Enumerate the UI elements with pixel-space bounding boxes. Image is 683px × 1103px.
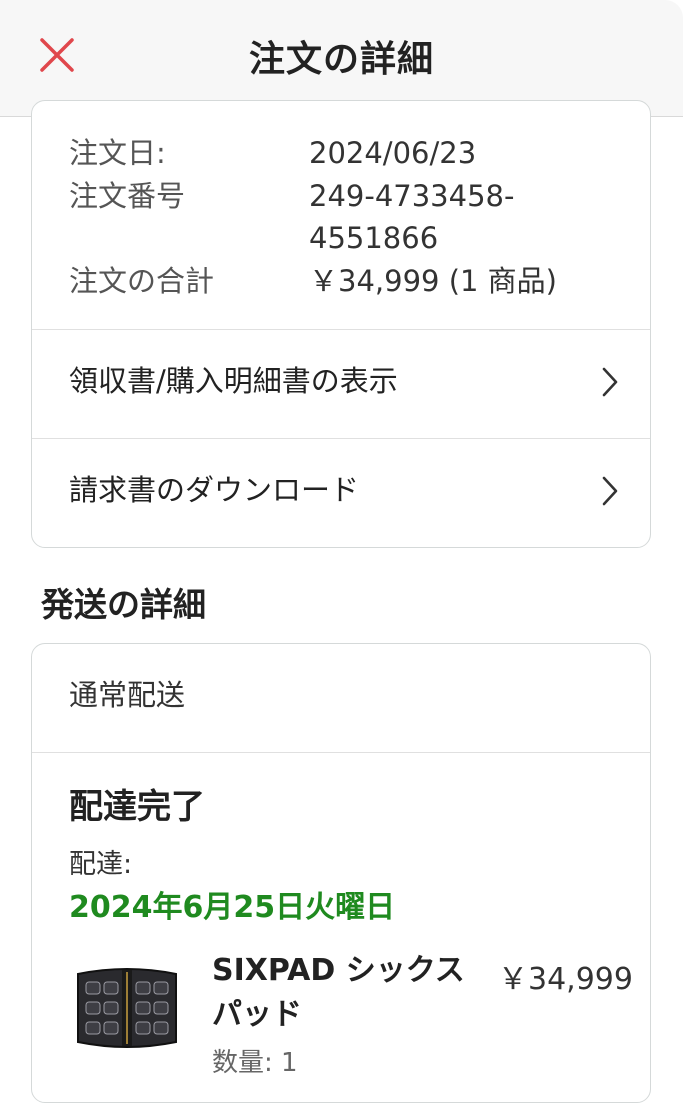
product-quantity: 数量: 1 [212, 1048, 298, 1078]
page-title: 注文の詳細 [248, 39, 434, 80]
delivery-status: 配達完了 [69, 787, 205, 827]
chevron-right-icon [602, 367, 618, 397]
shipping-method: 通常配送 [69, 678, 186, 712]
order-summary-card: 注文日: 2024/06/23 注文番号 249-4733458- 455186… [31, 100, 651, 548]
product-name-link[interactable]: SIXPAD シックスパッド [212, 949, 482, 1037]
order-number-value-line1: 249-4733458- [309, 179, 515, 213]
divider [32, 752, 650, 753]
order-total-label: 注文の合計 [69, 264, 215, 298]
shipping-card: 通常配送 配達完了 配達: 2024年6月25日火曜日 SIXPAD シックスパ… [31, 643, 651, 1103]
delivery-label: 配達: [69, 849, 133, 880]
receipt-link-label: 領収書/購入明細書の表示 [69, 364, 398, 398]
receipt-link-row[interactable]: 領収書/購入明細書の表示 [32, 330, 650, 438]
chevron-right-icon [602, 476, 618, 506]
invoice-download-label: 請求書のダウンロード [69, 473, 360, 507]
shipping-section-title: 発送の詳細 [41, 585, 206, 624]
order-number-value-line2: 4551866 [309, 221, 439, 255]
product-thumbnail[interactable] [72, 962, 182, 1054]
order-date-value: 2024/06/23 [309, 136, 477, 170]
product-image [77, 968, 177, 1048]
delivery-date: 2024年6月25日火曜日 [69, 890, 396, 925]
order-total-value: ￥34,999 (1 商品) [309, 264, 557, 298]
invoice-download-row[interactable]: 請求書のダウンロード [32, 439, 650, 547]
order-date-label: 注文日: [69, 136, 166, 170]
product-price: ￥34,999 [498, 962, 633, 997]
order-number-label: 注文番号 [69, 179, 186, 213]
